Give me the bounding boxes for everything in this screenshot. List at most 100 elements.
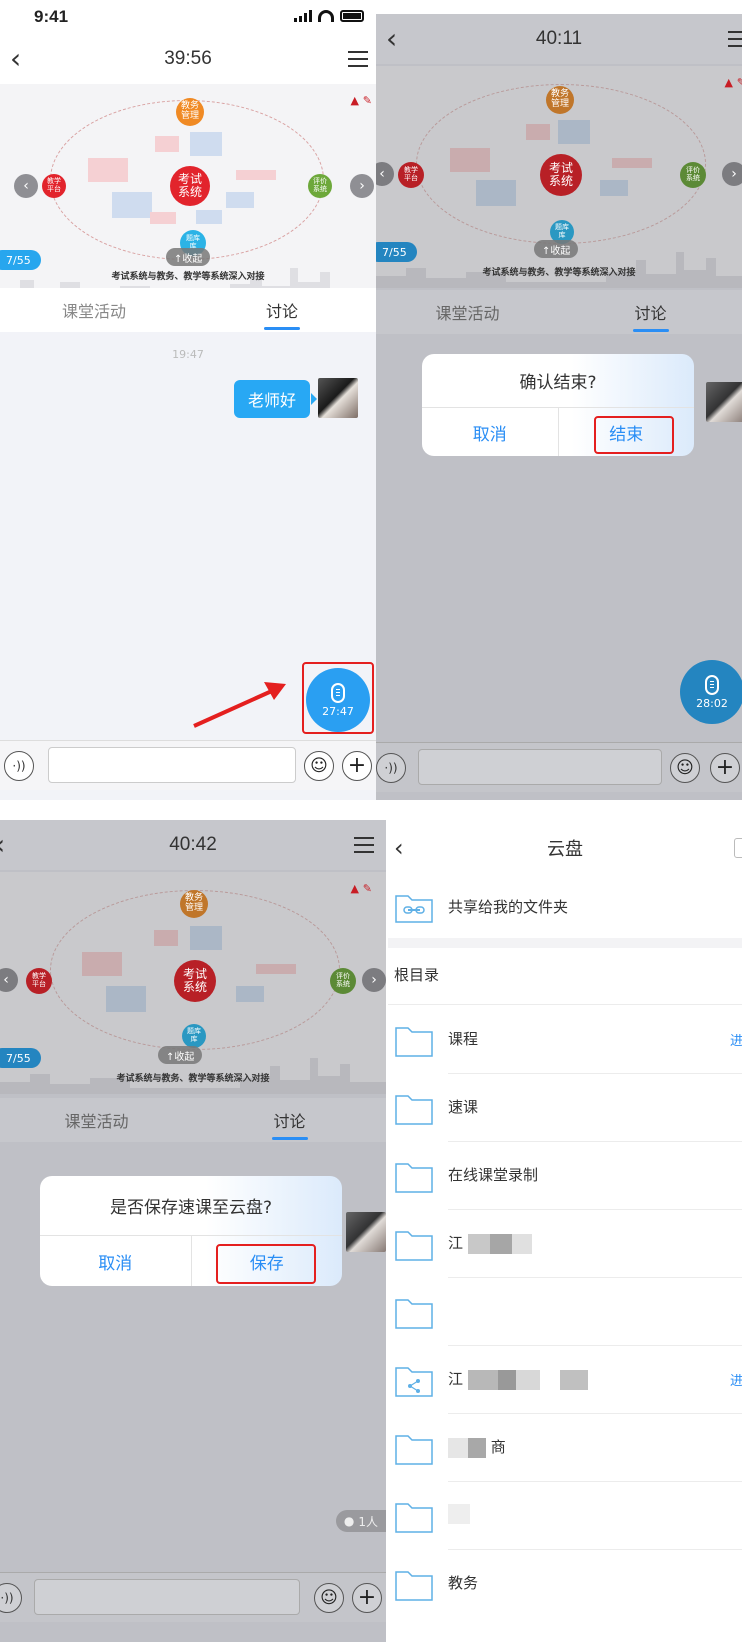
next-slide-button[interactable]: ›	[350, 174, 374, 198]
redacted-block	[467, 1233, 490, 1254]
next-slide-button[interactable]: ›	[722, 162, 742, 186]
shared-folder-row[interactable]: 共享给我的文件夹	[388, 876, 742, 938]
back-icon[interactable]: ‹	[10, 45, 21, 73]
cancel-button[interactable]: 取消	[422, 408, 558, 456]
voice-toggle-icon[interactable]: ·))	[4, 751, 34, 781]
folder-icon	[395, 1503, 433, 1533]
node-right: 评价 系统	[308, 174, 332, 198]
diagram-box	[450, 148, 490, 172]
tab-discussion[interactable]: 讨论	[559, 290, 742, 334]
screen-save-to-cloud: ‹ 40:42 教务 管理 考试 系统 教学 平台 评价 系统 题库 库 ▲ ✎…	[0, 820, 386, 1642]
add-icon[interactable]: +	[710, 753, 740, 783]
message-input[interactable]	[34, 1579, 300, 1615]
school-logo: ▲ ✎	[350, 882, 372, 895]
collapse-button[interactable]: ↑收起	[534, 240, 579, 258]
enter-link[interactable]: 进入	[730, 1370, 742, 1389]
nav-bar: ‹ 云盘	[388, 820, 742, 876]
diagram-box	[236, 986, 264, 1002]
diagram-box	[526, 124, 550, 140]
diagram-box	[88, 158, 128, 182]
node-left: 教学 平台	[26, 968, 52, 994]
enter-link[interactable]: 进入	[730, 1030, 742, 1049]
chat-input-bar: ·)) ☺ +	[376, 742, 742, 792]
diagram-box	[600, 180, 628, 196]
back-icon[interactable]: ‹	[0, 831, 5, 859]
page-title: 云盘	[547, 839, 583, 860]
diagram-box	[82, 952, 122, 976]
screen-cloud-disk: ‹ 云盘 共享给我的文件夹 根目录 课程 进入 速课 在线课堂录制 江	[388, 820, 742, 1642]
redacted-block	[497, 1369, 516, 1390]
screen-classroom-discussion: 9:41 ‹ 39:56 教务 管理 考试 系统 教学 平台 评价 系统 题库 …	[0, 0, 376, 800]
back-icon[interactable]: ‹	[394, 834, 404, 862]
voice-toggle-icon[interactable]: ·))	[376, 753, 406, 783]
message-input[interactable]	[418, 749, 662, 785]
upload-icon[interactable]	[734, 838, 742, 858]
node-left: 教学 平台	[398, 162, 424, 188]
tab-bar: 课堂活动 讨论	[0, 1098, 386, 1142]
tab-discussion[interactable]: 讨论	[193, 1098, 386, 1142]
folder-row[interactable]: 速课	[388, 1074, 742, 1142]
status-icons	[294, 10, 364, 22]
redacted-block	[489, 1233, 512, 1254]
slide-view[interactable]: 教务 管理 考试 系统 教学 平台 评价 系统 题库 库 ▲ ✎ 考试系统与教务…	[0, 872, 386, 1094]
node-right: 评价 系统	[330, 968, 356, 994]
next-slide-button[interactable]: ›	[362, 968, 386, 992]
emoji-icon[interactable]: ☺	[670, 753, 700, 783]
emoji-icon[interactable]: ☺	[314, 1583, 344, 1613]
slide-view[interactable]: 教务 管理 考试 系统 教学 平台 评价 系统 题库 库 ▲ ✎ 考试系统与教务…	[376, 66, 742, 288]
folder-row[interactable]: 江	[388, 1210, 742, 1278]
collapse-button[interactable]: ↑收起	[158, 1046, 203, 1064]
folder-row[interactable]: 教务	[388, 1550, 742, 1618]
message-timestamp: 19:47	[172, 348, 204, 361]
node-right-label: 评价 系统	[336, 972, 350, 988]
add-icon[interactable]: +	[352, 1583, 382, 1613]
folder-row[interactable]: 课程 进入	[388, 1006, 742, 1074]
collapse-button[interactable]: ↑收起	[166, 248, 211, 266]
highlight-frame	[302, 662, 374, 734]
folder-row[interactable]: 江 进入	[388, 1346, 742, 1414]
diagram-box	[256, 964, 296, 974]
cancel-button[interactable]: 取消	[40, 1236, 191, 1286]
timer-title: 40:42	[169, 834, 217, 855]
avatar[interactable]	[318, 378, 358, 418]
folder-row[interactable]: 在线课堂录制	[388, 1142, 742, 1210]
redacted-block	[515, 1369, 540, 1390]
nav-bar: ‹ 40:11	[376, 14, 742, 64]
menu-icon[interactable]	[348, 51, 368, 67]
emoji-icon[interactable]: ☺	[304, 751, 334, 781]
redacted-block	[468, 1437, 486, 1458]
redacted-block	[448, 1504, 470, 1524]
tab-class-activity[interactable]: 课堂活动	[0, 1098, 193, 1142]
folder-name: 课程	[448, 1030, 479, 1048]
wifi-icon	[318, 10, 334, 22]
folder-row[interactable]	[388, 1278, 742, 1346]
message-input[interactable]	[48, 747, 296, 783]
slide-caption: 考试系统与教务、教学等系统深入对接	[116, 1074, 270, 1084]
menu-icon[interactable]	[728, 31, 742, 47]
diagram-box	[155, 136, 179, 152]
slide-view[interactable]: 教务 管理 考试 系统 教学 平台 评价 系统 题库 库 ▲ ✎ 考试系统与教务…	[0, 84, 376, 300]
folder-name: 商	[448, 1436, 506, 1458]
voice-toggle-icon[interactable]: ·))	[0, 1583, 22, 1613]
node-center-label: 考试 系统	[548, 160, 573, 188]
add-icon[interactable]: +	[342, 751, 372, 781]
folder-name: 教务	[448, 1574, 479, 1592]
tab-class-activity[interactable]: 课堂活动	[376, 290, 559, 334]
folder-row[interactable]: 商	[388, 1414, 742, 1482]
node-right-label: 评价 系统	[686, 166, 700, 182]
diagram-box	[190, 926, 222, 950]
back-icon[interactable]: ‹	[386, 25, 397, 53]
message-bubble[interactable]: 老师好	[233, 380, 318, 418]
diagram-box	[190, 132, 222, 156]
tab-discussion[interactable]: 讨论	[188, 288, 376, 332]
status-bar: 9:41	[0, 0, 376, 34]
voice-record-button[interactable]: 28:02	[680, 660, 742, 724]
slide-caption: 考试系统与教务、教学等系统深入对接	[111, 272, 265, 282]
tab-class-activity[interactable]: 课堂活动	[0, 288, 188, 332]
dialog-title: 确认结束?	[422, 354, 694, 408]
menu-icon[interactable]	[354, 837, 374, 853]
chat-input-bar: ·)) ☺ +	[0, 740, 376, 790]
folder-row[interactable]	[388, 1482, 742, 1550]
red-arrow-annotation	[193, 682, 286, 728]
prev-slide-button[interactable]: ‹	[14, 174, 38, 198]
